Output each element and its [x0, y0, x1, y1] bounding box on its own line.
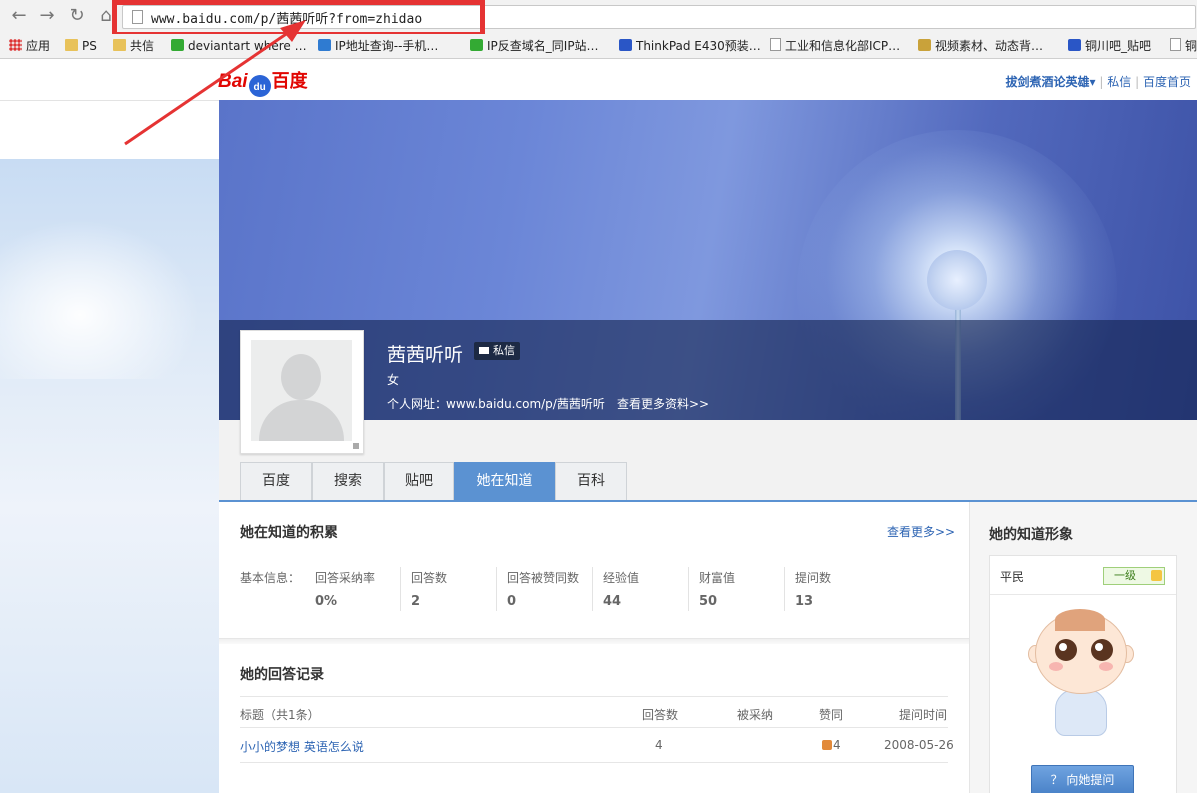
bookmark-folder[interactable]: 共信	[113, 37, 154, 55]
divider	[240, 727, 948, 728]
tab-tieba[interactable]: 贴吧	[384, 462, 454, 500]
sidebar-title: 她的知道形象	[989, 527, 1073, 543]
bookmark-video[interactable]: 视频素材、动态背…	[918, 37, 1043, 55]
stat-value: 13	[795, 594, 814, 609]
stat-value: 50	[699, 594, 718, 609]
avatar[interactable]	[240, 330, 364, 454]
level-badge: 一级	[1103, 567, 1165, 585]
x-icon	[318, 39, 331, 51]
profile-gender: 女	[387, 373, 400, 387]
bookmark-miit[interactable]: 工业和信息化部ICP…	[770, 37, 900, 55]
page-icon	[1170, 38, 1181, 51]
separator: |	[1099, 75, 1104, 89]
rank-name: 平民	[1000, 570, 1025, 584]
divider	[990, 594, 1176, 595]
ask-time: 2008-05-26	[884, 738, 954, 752]
section-title-answers: 她的回答记录	[240, 667, 324, 683]
paw-icon: du	[248, 75, 271, 97]
column-header-adopted: 被采纳	[737, 708, 774, 722]
more-info-link[interactable]: 查看更多资料>>	[617, 395, 709, 412]
tab-baike[interactable]: 百科	[555, 462, 627, 500]
stat-divider	[592, 567, 593, 611]
view-more-link[interactable]: 查看更多>>	[887, 523, 955, 540]
bookmark-thinkpad[interactable]: ThinkPad E430预装…	[619, 37, 761, 55]
ask-her-button[interactable]: ？ 向她提问	[1031, 765, 1134, 793]
gold-icon	[918, 39, 931, 51]
bookmark-ip-reverse[interactable]: IP反查域名_同IP站…	[470, 37, 599, 55]
thumbs-up-icon	[822, 740, 832, 750]
column-header-title: 标题（共1条）	[240, 708, 320, 722]
stat-divider	[496, 567, 497, 611]
profile-name: 茜茜听听	[387, 344, 464, 366]
bookmark-apps[interactable]: 应用	[9, 37, 50, 55]
cloud-decoration	[0, 219, 200, 379]
section-title-accumulation: 她在知道的积累	[240, 525, 338, 541]
column-header-likes: 赞同	[819, 708, 844, 722]
basic-info-label: 基本信息：	[240, 571, 301, 585]
stat-divider	[400, 567, 401, 611]
profile-url-label: 个人网址：	[387, 397, 448, 411]
back-icon[interactable]: ←	[8, 5, 30, 27]
dandelion-seedhead	[927, 250, 987, 310]
section-divider	[219, 638, 969, 644]
baidu-home-link[interactable]: 百度首页	[1143, 75, 1191, 89]
bookmarks-bar: 应用 PS 共信 deviantart where … IP地址查询--手机… …	[0, 34, 1197, 59]
stat-value: 0	[507, 594, 517, 609]
bookmark-ip-lookup[interactable]: IP地址查询--手机…	[318, 37, 438, 55]
reload-icon[interactable]: ↻	[66, 5, 88, 27]
site-header: Bai du 百度 拔剑煮酒论英雄▾ | 私信 | 百度首页	[0, 59, 1197, 101]
bookmark-deviantart[interactable]: deviantart where …	[171, 37, 307, 55]
green-leaf-icon	[171, 39, 184, 51]
bookmark-ps[interactable]: PS	[65, 37, 97, 55]
messages-link[interactable]: 私信	[1107, 75, 1131, 89]
stat-label: 提问数	[795, 571, 832, 585]
default-avatar-icon	[251, 340, 352, 441]
bookmark-tongchuan[interactable]: 铜川吧_贴吧	[1068, 37, 1151, 55]
mail-icon	[479, 347, 489, 354]
page-icon	[770, 38, 781, 51]
bookmark-overflow[interactable]: 铜	[1170, 37, 1197, 55]
apps-icon	[9, 39, 22, 51]
folder-icon	[113, 39, 126, 51]
header-links: 拔剑煮酒论英雄▾ | 私信 | 百度首页	[1006, 73, 1191, 90]
annotation-highlight-box	[112, 0, 485, 37]
baby-avatar-icon	[1025, 607, 1135, 737]
stat-label: 回答被赞同数	[507, 571, 580, 585]
tab-search[interactable]: 搜索	[312, 462, 384, 500]
forward-icon[interactable]: →	[36, 5, 58, 27]
baidu-logo[interactable]: Bai du 百度	[218, 67, 308, 97]
lock-icon	[1151, 570, 1162, 581]
stat-divider	[784, 567, 785, 611]
green-leaf-icon	[470, 39, 483, 51]
profile-url[interactable]: www.baidu.com/p/茜茜听听	[446, 395, 605, 412]
stat-label: 回答采纳率	[315, 571, 376, 585]
stat-label: 经验值	[603, 571, 640, 585]
paw-icon	[619, 39, 632, 51]
folder-icon	[65, 39, 78, 51]
column-header-time: 提问时间	[899, 708, 948, 722]
divider	[240, 762, 948, 763]
paw-icon	[1068, 39, 1081, 51]
column-header-answer-count: 回答数	[642, 708, 679, 722]
stat-value: 0%	[315, 594, 338, 609]
stat-label: 财富值	[699, 571, 736, 585]
separator: |	[1135, 75, 1140, 89]
profile-banner	[219, 100, 1197, 420]
likes-cell: 4	[822, 738, 841, 752]
tab-baidu[interactable]: 百度	[240, 462, 312, 500]
answer-title-link[interactable]: 小小的梦想 英语怎么说	[240, 740, 364, 754]
stat-value: 2	[411, 594, 421, 609]
answer-count: 4	[655, 738, 663, 752]
message-button[interactable]: 私信	[474, 342, 520, 360]
stat-divider	[688, 567, 689, 611]
tab-zhidao[interactable]: 她在知道	[454, 462, 555, 500]
divider	[240, 696, 948, 697]
stat-label: 回答数	[411, 571, 448, 585]
stat-value: 44	[603, 594, 622, 609]
user-menu[interactable]: 拔剑煮酒论英雄▾	[1006, 75, 1096, 89]
resize-corner-icon	[353, 443, 359, 449]
web-page: Bai du 百度 拔剑煮酒论英雄▾ | 私信 | 百度首页 茜茜听听 私信 女 个…	[0, 59, 1197, 793]
